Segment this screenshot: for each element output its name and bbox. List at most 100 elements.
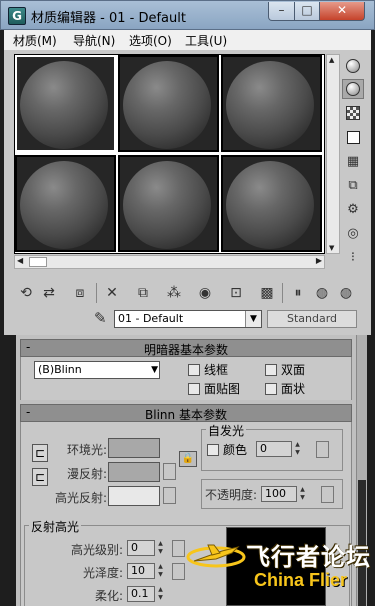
material-map-navigator-icon: ⁝ — [350, 249, 356, 265]
go-forward-sibling-button[interactable]: ◍ — [312, 283, 332, 303]
scroll-right-icon[interactable]: ▶ — [316, 256, 322, 265]
self-illum-map-button[interactable] — [316, 441, 329, 458]
faceted-option[interactable]: 面状 — [265, 380, 305, 397]
assign-to-selection-icon: ⧈ — [75, 285, 85, 301]
menu-utilities[interactable]: 工具(U) — [185, 32, 227, 49]
material-type-button[interactable]: Standard — [267, 310, 357, 328]
show-end-result-button[interactable]: ▩ — [257, 283, 277, 303]
maximize-button[interactable]: □ — [294, 2, 320, 21]
watermark: 飞行者论坛 China Flier — [186, 533, 372, 603]
opacity-map-button[interactable] — [321, 486, 334, 503]
title-bar[interactable]: G 材质编辑器 - 01 - Default – □ ✕ — [0, 0, 375, 30]
material-sphere — [123, 61, 211, 149]
sample-slots-grid — [14, 54, 325, 254]
material-map-navigator-button[interactable]: ⁝ — [342, 247, 364, 267]
scroll-left-icon[interactable]: ◀ — [17, 256, 23, 265]
sample-slots-area: ▲ ▼ ◀ ▶ ▦ ⧉ ⚙ ◎ ⁝ — [4, 50, 371, 275]
video-check-button[interactable]: ▦ — [342, 151, 364, 171]
sphere-icon — [346, 59, 360, 73]
spinner-arrows-icon[interactable]: ▲ ▼ — [292, 441, 303, 457]
slots-horizontal-scrollbar[interactable]: ◀ ▶ — [14, 255, 325, 269]
slots-vertical-scrollbar[interactable]: ▲ ▼ — [326, 54, 340, 254]
self-illum-spinner[interactable]: 0 ▲ ▼ — [256, 441, 300, 457]
shader-rollout-header[interactable]: - 明暗器基本参数 — [20, 339, 352, 357]
glossiness-spinner[interactable]: 10 ▲ ▼ — [127, 563, 163, 579]
checker-background-icon — [346, 106, 360, 120]
ambient-label: 环境光: — [66, 443, 107, 457]
sample-slot-1[interactable] — [15, 55, 116, 152]
menu-options[interactable]: 选项(O) — [129, 32, 172, 49]
eyedropper-icon[interactable]: ✎ — [94, 309, 107, 327]
lock-icon[interactable]: 🔒 — [179, 451, 197, 467]
close-button[interactable]: ✕ — [319, 2, 365, 21]
spinner-arrows-icon[interactable]: ▲ ▼ — [155, 563, 166, 579]
face-map-checkbox[interactable] — [188, 382, 200, 395]
toolbar-separator — [282, 283, 283, 303]
make-preview-icon: ⧉ — [348, 177, 358, 193]
diffuse-color-swatch[interactable] — [108, 462, 160, 482]
specular-label: 高光反射: — [54, 491, 107, 505]
specular-level-spinner[interactable]: 0 ▲ ▼ — [127, 540, 163, 556]
go-to-parent-button[interactable]: ⏸ — [288, 283, 308, 303]
sample-type-button[interactable] — [342, 56, 364, 76]
put-to-scene-icon: ⇄ — [43, 285, 55, 301]
spinner-arrows-icon[interactable]: ▲ ▼ — [155, 540, 166, 556]
scroll-down-icon[interactable]: ▼ — [329, 244, 334, 252]
sample-slot-6[interactable] — [221, 155, 322, 252]
scroll-up-icon[interactable]: ▲ — [329, 56, 334, 64]
reset-map-button[interactable]: ✕ — [102, 283, 122, 303]
chevron-down-icon[interactable]: ▼ — [245, 311, 261, 327]
material-name-value: 01 - Default — [118, 312, 184, 325]
get-material-button[interactable]: ⟲ — [16, 283, 36, 303]
put-to-library-button[interactable]: ⁂ — [164, 283, 184, 303]
shader-type-select[interactable]: (B)Blinn ▼ — [34, 361, 160, 379]
show-map-button[interactable]: ⊡ — [226, 283, 246, 303]
material-id-icon: ◉ — [198, 285, 212, 301]
options-button[interactable]: ⚙ — [342, 199, 364, 219]
menu-navigation[interactable]: 导航(N) — [73, 32, 115, 49]
self-illumination-title: 自发光 — [206, 422, 247, 439]
ambient-color-swatch[interactable] — [108, 438, 160, 458]
material-toolbar: ⟲ ⇄ ⧈ ✕ ⧉ ⁂ ◉ ⊡ ▩ ⏸ ◍ ◍ ✎ 01 - Default ▼… — [4, 275, 371, 335]
scroll-thumb[interactable] — [29, 257, 47, 267]
spinner-arrows-icon[interactable]: ▲ ▼ — [155, 586, 166, 602]
spinner-arrows-icon[interactable]: ▲ ▼ — [297, 486, 308, 502]
face-map-option[interactable]: 面贴图 — [188, 380, 240, 397]
glossiness-map-button[interactable] — [172, 563, 185, 580]
wire-option[interactable]: 线框 — [188, 361, 228, 378]
put-to-scene-button[interactable]: ⇄ — [39, 283, 59, 303]
sample-slot-4[interactable] — [15, 155, 116, 252]
blinn-rollout-header[interactable]: - Blinn 基本参数 — [20, 404, 352, 422]
sample-slot-5[interactable] — [118, 155, 219, 252]
make-preview-button[interactable]: ⧉ — [342, 175, 364, 195]
lock-diffuse-specular-icon[interactable]: ⊏ — [32, 468, 48, 486]
assign-to-selection-button[interactable]: ⧈ — [70, 283, 90, 303]
extra-tool-button[interactable]: ◍ — [336, 283, 356, 303]
material-id-button[interactable]: ◉ — [195, 283, 215, 303]
menu-material[interactable]: 材质(M) — [13, 32, 57, 49]
material-name-field[interactable]: 01 - Default ▼ — [114, 310, 262, 328]
select-by-material-icon: ◎ — [347, 225, 359, 241]
delete-x-icon: ✕ — [106, 285, 118, 301]
specular-color-swatch[interactable] — [108, 486, 160, 506]
wire-checkbox[interactable] — [188, 363, 200, 376]
specular-level-map-button[interactable] — [172, 540, 185, 557]
backlight-button[interactable] — [342, 79, 364, 99]
opacity-spinner[interactable]: 100 ▲ ▼ — [261, 486, 305, 502]
make-unique-button[interactable]: ⧉ — [133, 283, 153, 303]
two-sided-option[interactable]: 双面 — [265, 361, 305, 378]
sample-slot-2[interactable] — [118, 55, 219, 152]
diffuse-map-button[interactable] — [163, 463, 176, 480]
self-illum-color-checkbox[interactable] — [207, 443, 219, 456]
background-button[interactable] — [342, 103, 364, 123]
select-by-material-button[interactable]: ◎ — [342, 223, 364, 243]
self-illum-color-option[interactable]: 颜色 — [207, 441, 247, 458]
lock-ambient-diffuse-icon[interactable]: ⊏ — [32, 444, 48, 462]
specular-map-button[interactable] — [163, 487, 176, 504]
minimize-button[interactable]: – — [268, 2, 295, 21]
soften-spinner[interactable]: 0.1 ▲ ▼ — [127, 586, 163, 602]
two-sided-checkbox[interactable] — [265, 363, 277, 376]
faceted-checkbox[interactable] — [265, 382, 277, 395]
uv-tiling-button[interactable] — [342, 127, 364, 147]
sample-slot-3[interactable] — [221, 55, 322, 152]
